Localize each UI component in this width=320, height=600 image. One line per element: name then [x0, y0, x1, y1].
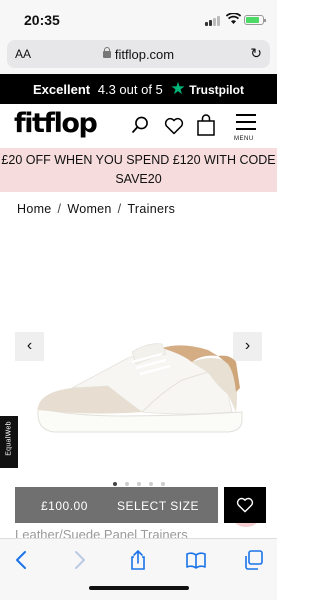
site-header: fitflop MENU	[0, 104, 277, 148]
gallery-dot[interactable]	[113, 482, 117, 486]
gallery-dot[interactable]	[137, 482, 141, 486]
reload-icon[interactable]: ↻	[250, 45, 262, 62]
product-price: £100.00	[41, 499, 88, 513]
trust-brand: Trustpilot	[189, 83, 244, 97]
product-title: Leather/Suede Panel Trainers	[15, 527, 188, 538]
browser-toolbar	[0, 538, 277, 600]
accessibility-label: EqualWeb	[5, 421, 13, 456]
heart-icon	[236, 497, 254, 513]
back-icon[interactable]	[11, 549, 33, 571]
bookmarks-icon[interactable]	[185, 549, 207, 571]
trustpilot-banner[interactable]: Excellent 4.3 out of 5 ★ Trustpilot	[0, 74, 277, 104]
breadcrumb-separator: /	[57, 202, 62, 216]
menu-label: MENU	[234, 136, 254, 142]
site-logo[interactable]: fitflop	[14, 108, 98, 139]
breadcrumb-women[interactable]: Women	[67, 202, 111, 216]
status-time: 20:35	[24, 12, 60, 28]
browser-bar: AA fitflop.com ↻	[0, 38, 277, 74]
address-field[interactable]: AA fitflop.com ↻	[7, 40, 270, 68]
trust-rating-word: Excellent	[33, 82, 91, 97]
trustpilot-star-icon: ★	[170, 79, 186, 98]
gallery-dots	[113, 482, 173, 486]
home-indicator	[89, 586, 189, 590]
menu-button[interactable]: MENU	[234, 112, 257, 144]
lock-icon	[102, 47, 111, 58]
battery-icon	[244, 15, 266, 25]
bag-icon[interactable]	[196, 114, 216, 136]
signal-icon	[205, 15, 221, 26]
trust-score: 4.3 out of 5	[97, 82, 163, 97]
gallery-dot[interactable]	[125, 482, 129, 486]
select-size-button[interactable]: £100.00 SELECT SIZE	[15, 487, 218, 523]
wifi-icon	[226, 13, 241, 24]
forward-icon[interactable]	[68, 549, 90, 571]
share-icon[interactable]	[127, 549, 149, 571]
url-text: fitflop.com	[114, 47, 175, 62]
promo-line-1: £20 OFF WHEN YOU SPEND £120 WITH CODE	[1, 153, 276, 167]
breadcrumb-home[interactable]: Home	[17, 202, 52, 216]
breadcrumb: Home / Women / Trainers	[17, 202, 175, 216]
promo-line-2: SAVE20	[115, 172, 162, 186]
accessibility-button[interactable]: EqualWeb	[0, 416, 18, 468]
breadcrumb-trainers[interactable]: Trainers	[127, 202, 175, 216]
add-to-wishlist-button[interactable]	[224, 487, 266, 523]
status-bar: 20:35	[0, 0, 277, 38]
product-gallery[interactable]: ‹ › EqualWeb	[0, 232, 277, 492]
breadcrumb-separator: /	[117, 202, 122, 216]
gallery-dot[interactable]	[149, 482, 153, 486]
promo-banner[interactable]: £20 OFF WHEN YOU SPEND £120 WITH CODE SA…	[0, 148, 277, 192]
gallery-dot[interactable]	[161, 482, 165, 486]
product-image	[37, 343, 243, 433]
wishlist-icon[interactable]	[164, 117, 184, 135]
hamburger-icon	[236, 114, 256, 116]
search-icon[interactable]	[131, 116, 149, 134]
select-size-label: SELECT SIZE	[117, 499, 199, 513]
tabs-icon[interactable]	[243, 549, 265, 571]
